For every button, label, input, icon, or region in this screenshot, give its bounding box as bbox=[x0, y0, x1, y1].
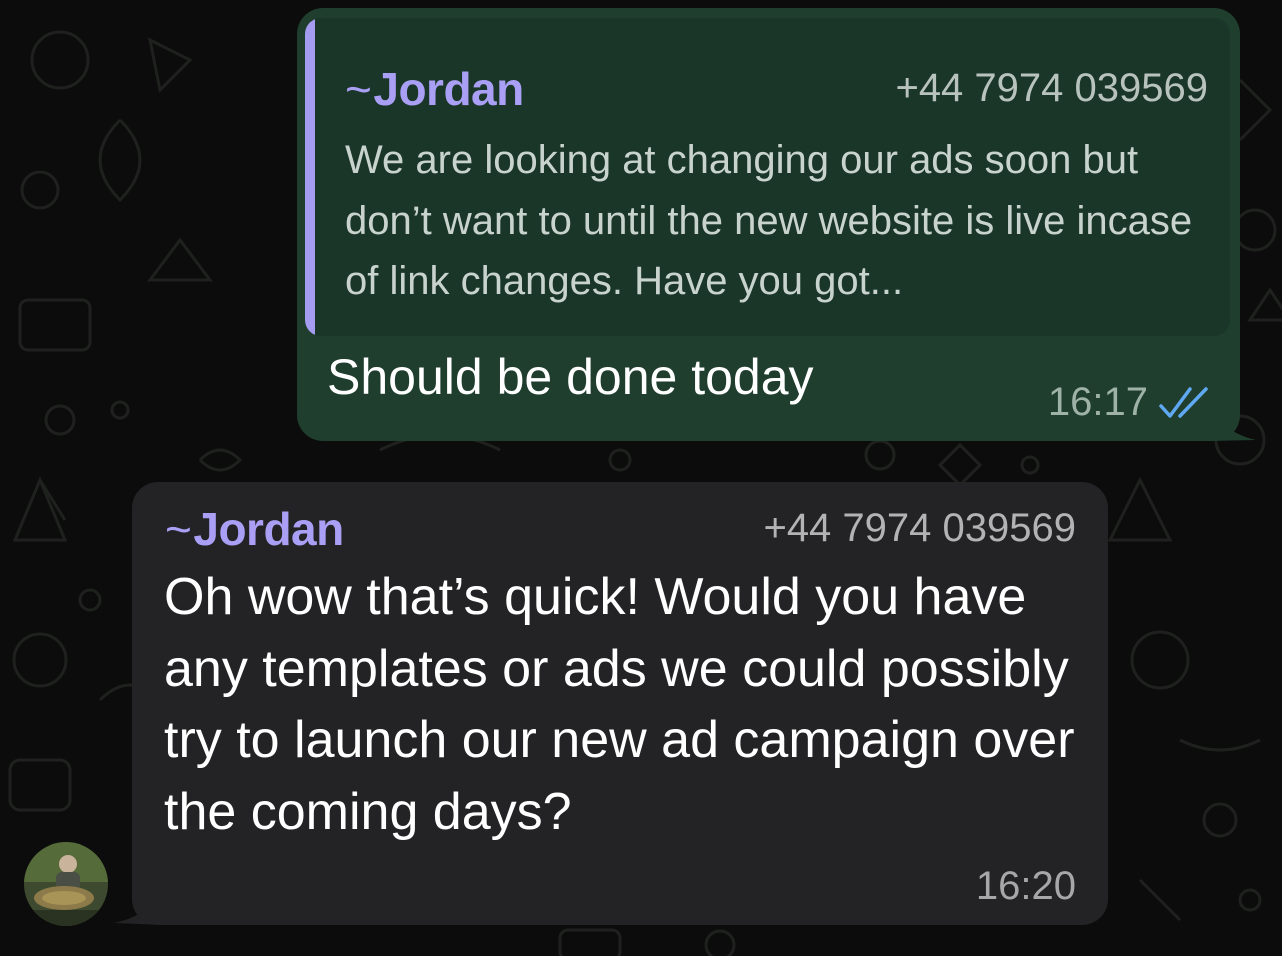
outgoing-bubble-tail bbox=[1210, 395, 1256, 441]
quote-accent-bar bbox=[305, 18, 315, 336]
double-check-read-icon bbox=[1159, 386, 1208, 418]
incoming-message-time: 16:20 bbox=[975, 864, 1076, 908]
incoming-bubble-tail bbox=[114, 880, 162, 925]
quote-sender-name-text: Jordan bbox=[373, 63, 524, 115]
incoming-sender-name-text: Jordan bbox=[193, 503, 344, 555]
outgoing-message-meta: 16:17 bbox=[1048, 380, 1212, 425]
outgoing-message-time: 16:17 bbox=[1047, 380, 1148, 424]
outgoing-message-bubble[interactable]: ~Jordan +44 7974 039569 We are looking a… bbox=[297, 8, 1240, 441]
avatar-photo bbox=[24, 842, 108, 926]
incoming-message-text: Oh wow that’s quick! Would you have any … bbox=[164, 568, 1075, 841]
incoming-sender-name[interactable]: ~Jordan bbox=[165, 502, 344, 556]
quote-sender-phone: +44 7974 039569 bbox=[895, 66, 1208, 110]
incoming-message-bubble[interactable]: ~Jordan +44 7974 039569 Oh wow that’s qu… bbox=[132, 482, 1108, 925]
incoming-sender-phone[interactable]: +44 7974 039569 bbox=[763, 506, 1076, 551]
sender-avatar[interactable] bbox=[24, 842, 108, 926]
quoted-reply[interactable]: ~Jordan +44 7974 039569 We are looking a… bbox=[305, 18, 1230, 336]
quote-text: We are looking at changing our ads soon … bbox=[345, 138, 1193, 303]
quote-sender-name: ~Jordan bbox=[345, 62, 524, 116]
tilde-prefix: ~ bbox=[345, 63, 372, 115]
tilde-prefix: ~ bbox=[165, 503, 192, 555]
outgoing-message-text: Should be done today bbox=[327, 349, 814, 405]
